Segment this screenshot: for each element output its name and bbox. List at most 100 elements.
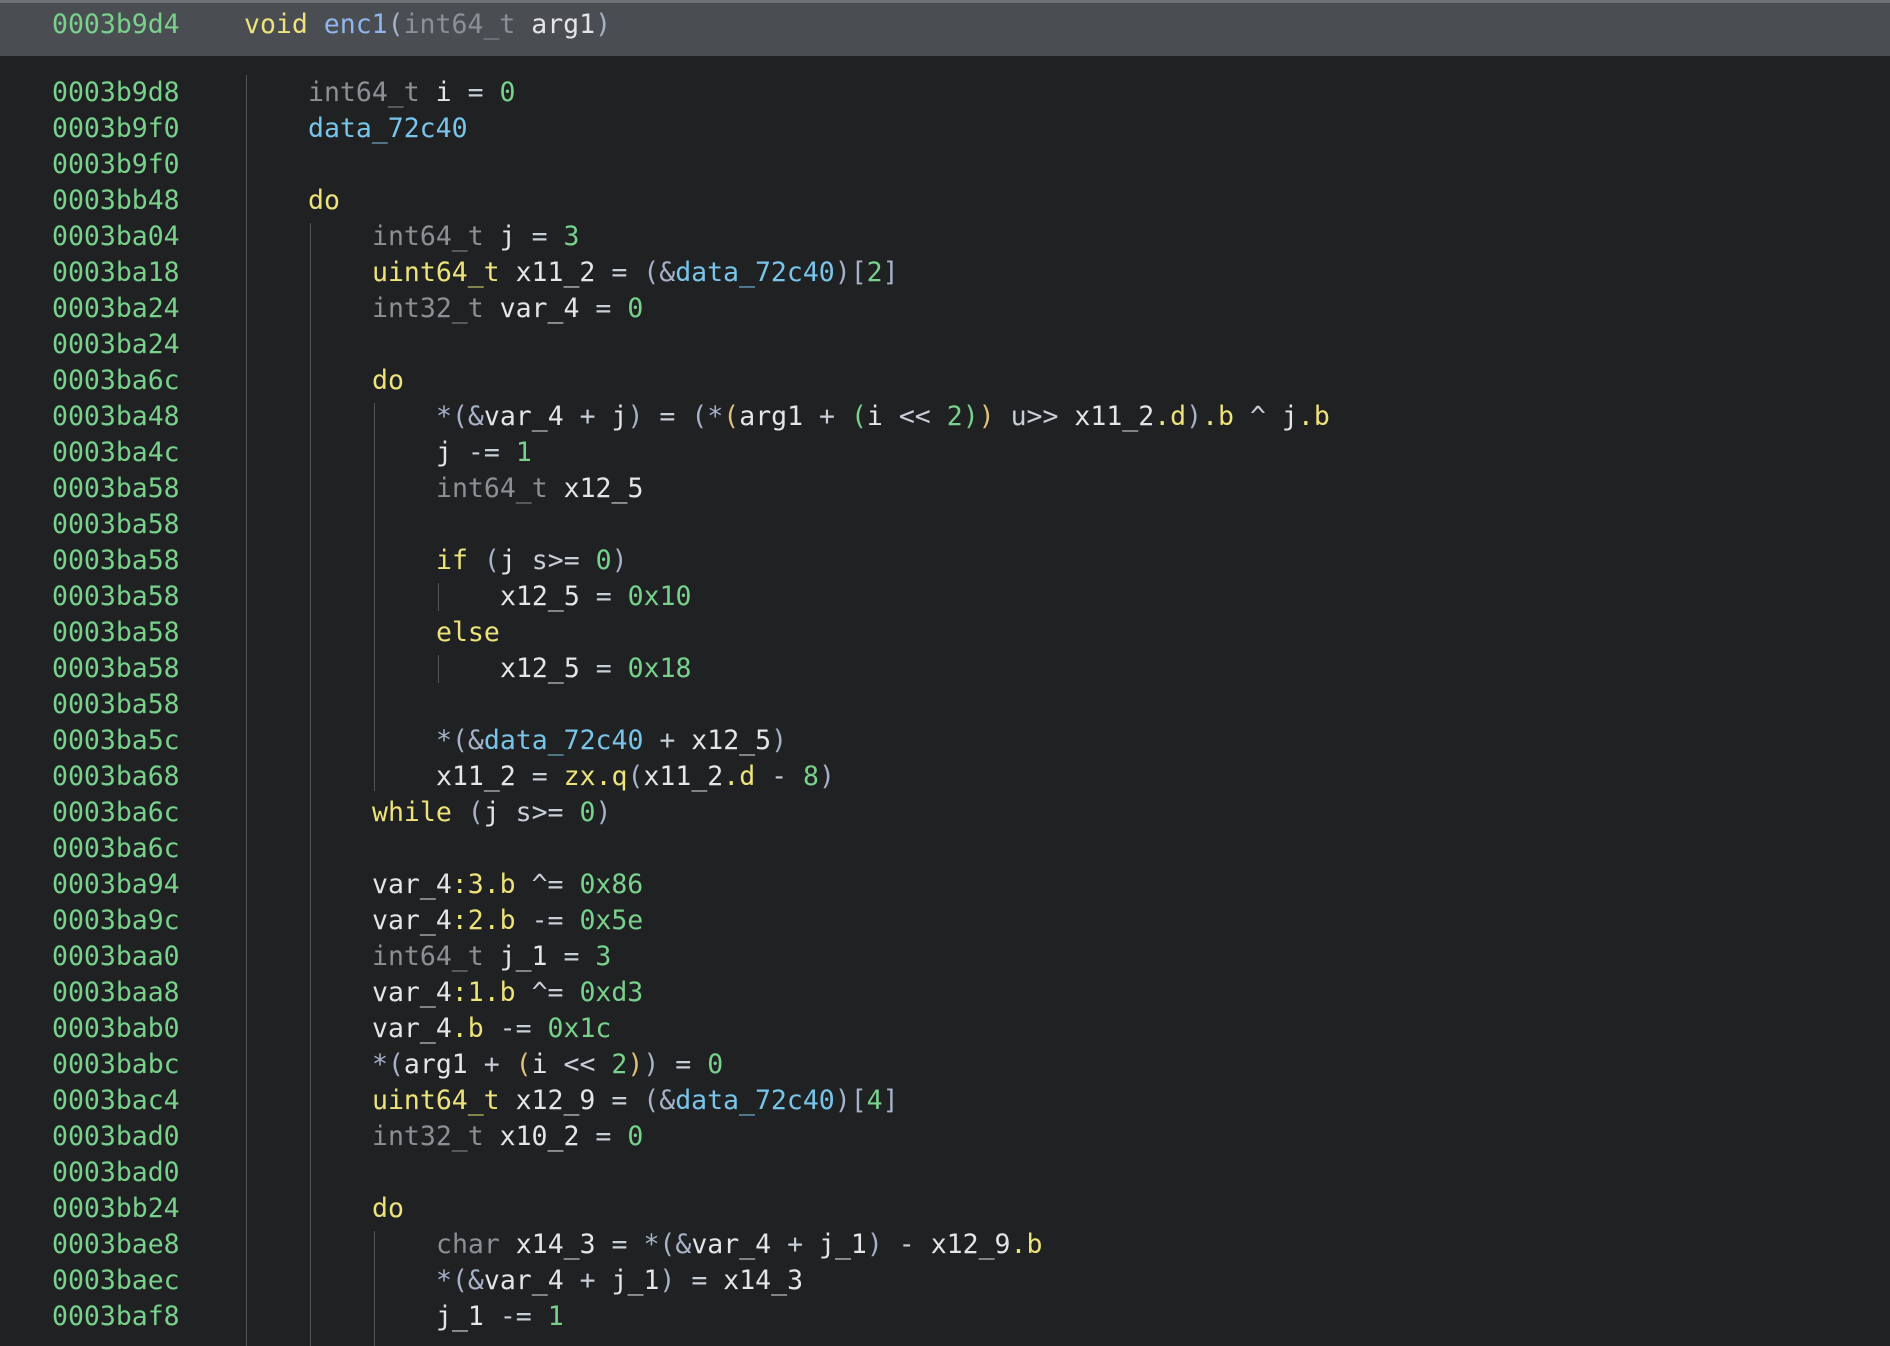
code-token[interactable]: var_4: [691, 1229, 787, 1260]
code-token[interactable]: [595, 1049, 611, 1080]
code-token[interactable]: j: [484, 797, 516, 828]
code-text[interactable]: else: [436, 615, 500, 651]
code-token[interactable]: 0x86: [579, 869, 643, 900]
code-token[interactable]: ^=: [516, 977, 580, 1008]
code-token[interactable]: [484, 77, 500, 108]
code-line[interactable]: 0003baa8 var_4:1.b ^= 0xd3: [0, 975, 1890, 1011]
code-token[interactable]: *(&: [643, 1229, 691, 1260]
code-token[interactable]: *(&: [436, 401, 484, 432]
code-token[interactable]: x12_9: [931, 1229, 1011, 1260]
code-token[interactable]: =: [643, 401, 691, 432]
code-token[interactable]: .b: [1010, 1229, 1042, 1260]
code-token[interactable]: s>=: [516, 797, 564, 828]
code-token[interactable]: arg1: [739, 401, 819, 432]
code-text[interactable]: int64_t x12_5: [436, 471, 643, 507]
code-token[interactable]: i: [867, 401, 899, 432]
code-token[interactable]: =: [596, 653, 612, 684]
code-token[interactable]: [931, 401, 947, 432]
code-token[interactable]: j: [484, 221, 532, 252]
code-line[interactable]: 0003ba04 int64_t j = 3: [0, 219, 1890, 255]
code-token[interactable]: [627, 257, 643, 288]
code-line[interactable]: 0003ba48 *(&var_4 + j) = (*(arg1 + (i << …: [0, 399, 1890, 435]
code-token[interactable]: data_72c40: [308, 113, 468, 144]
code-token[interactable]: 1: [516, 437, 532, 468]
code-token[interactable]: =: [659, 1049, 707, 1080]
code-token[interactable]: =: [612, 1229, 628, 1260]
code-token[interactable]: x11_2: [1074, 401, 1154, 432]
code-token[interactable]: =: [611, 257, 627, 288]
code-token[interactable]: 0: [707, 1049, 723, 1080]
code-token[interactable]: .b: [1298, 401, 1330, 432]
code-text[interactable]: int64_t j = 3: [372, 219, 579, 255]
code-token[interactable]: [564, 797, 580, 828]
code-text[interactable]: if (j s>= 0): [436, 543, 628, 579]
code-token[interactable]: =: [532, 221, 548, 252]
code-token[interactable]: -=: [516, 905, 580, 936]
code-token[interactable]: 1: [548, 1301, 564, 1332]
code-line[interactable]: 0003b9f0: [0, 147, 1890, 183]
code-token[interactable]: =: [532, 761, 548, 792]
signature-token[interactable]: (: [388, 9, 404, 40]
code-token[interactable]: +: [643, 725, 691, 756]
code-token[interactable]: )[: [835, 257, 867, 288]
code-token[interactable]: 0: [500, 77, 516, 108]
code-token[interactable]: (: [484, 545, 500, 576]
code-text[interactable]: j_1 -= 1: [436, 1299, 564, 1335]
code-line[interactable]: 0003ba6c do: [0, 363, 1890, 399]
code-token[interactable]: .d: [1154, 401, 1186, 432]
code-token[interactable]: ): [1186, 401, 1202, 432]
code-token[interactable]: 0x1c: [548, 1013, 612, 1044]
code-token[interactable]: ^: [1234, 401, 1282, 432]
code-token[interactable]: +: [484, 1049, 500, 1080]
code-token[interactable]: data_72c40: [484, 725, 644, 756]
code-line[interactable]: 0003ba4c j -= 1: [0, 435, 1890, 471]
code-token[interactable]: (*: [691, 401, 723, 432]
code-token[interactable]: int64_t: [308, 77, 420, 108]
code-line[interactable]: 0003b9d8 int64_t i = 0: [0, 75, 1890, 111]
code-token[interactable]: 3: [595, 941, 611, 972]
code-token[interactable]: i: [420, 77, 468, 108]
code-token[interactable]: (: [723, 401, 739, 432]
code-text[interactable]: while (j s>= 0): [372, 795, 611, 831]
code-token[interactable]: +: [787, 1229, 803, 1260]
code-token[interactable]: uint64_t: [372, 257, 500, 288]
code-token[interactable]: 2: [611, 1049, 627, 1080]
code-token[interactable]: int32_t: [372, 293, 484, 324]
signature-token[interactable]: void: [244, 9, 308, 40]
code-token[interactable]: s>=: [532, 545, 580, 576]
code-token[interactable]: arg1: [404, 1049, 484, 1080]
code-token[interactable]: j: [596, 401, 628, 432]
code-token[interactable]: ): [963, 401, 979, 432]
code-token[interactable]: do: [372, 1193, 404, 1224]
code-text[interactable]: char x14_3 = *(&var_4 + j_1) - x12_9.b: [436, 1227, 1042, 1263]
code-token[interactable]: ): [595, 797, 611, 828]
code-token[interactable]: 2: [867, 257, 883, 288]
code-token[interactable]: x14_3: [723, 1265, 803, 1296]
code-token[interactable]: [627, 1085, 643, 1116]
code-token[interactable]: [500, 1049, 516, 1080]
code-token[interactable]: ): [628, 401, 644, 432]
code-token[interactable]: 2: [947, 401, 963, 432]
code-text[interactable]: do: [308, 183, 340, 219]
code-token[interactable]: uint64_t: [372, 1085, 500, 1116]
code-token[interactable]: [580, 545, 596, 576]
code-token[interactable]: -=: [484, 1013, 548, 1044]
code-token[interactable]: var_4: [484, 1265, 580, 1296]
code-line[interactable]: 0003ba58 else: [0, 615, 1890, 651]
code-token[interactable]: int32_t: [372, 1121, 484, 1152]
code-text[interactable]: j -= 1: [436, 435, 532, 471]
code-token[interactable]: [500, 437, 516, 468]
code-token[interactable]: +: [580, 1265, 596, 1296]
code-token[interactable]: <<: [899, 401, 931, 432]
code-line[interactable]: 0003ba5c *(&data_72c40 + x12_5): [0, 723, 1890, 759]
signature-token[interactable]: [308, 9, 324, 40]
code-token[interactable]: x12_5: [548, 473, 644, 504]
signature-token[interactable]: enc1: [324, 9, 388, 40]
code-token[interactable]: ): [659, 1265, 675, 1296]
code-token[interactable]: 0: [596, 545, 612, 576]
code-token[interactable]: j_1: [596, 1265, 660, 1296]
code-token[interactable]: var_4: [372, 869, 452, 900]
code-line[interactable]: 0003ba9c var_4:2.b -= 0x5e: [0, 903, 1890, 939]
code-token[interactable]: ): [819, 761, 835, 792]
code-token[interactable]: =: [468, 77, 484, 108]
